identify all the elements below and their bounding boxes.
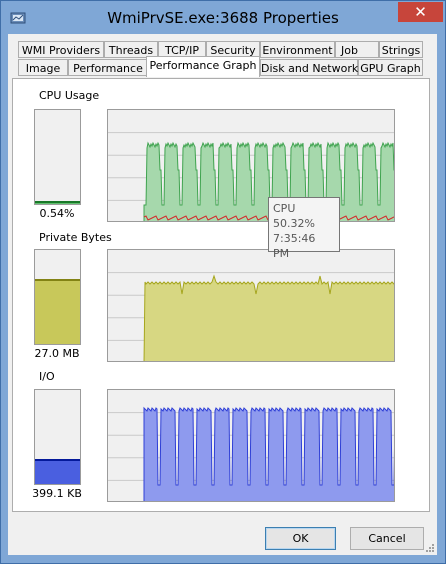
dialog-client: WMI Providers Threads TCP/IP Security En… — [8, 34, 437, 555]
window-title: WmiPrvSE.exe:3688 Properties — [107, 9, 339, 27]
io-label: I/O — [39, 370, 55, 383]
title-bar[interactable]: WmiPrvSE.exe:3688 Properties ✕ — [1, 1, 445, 35]
cpu-usage-label: CPU Usage — [39, 89, 100, 102]
tab-environment[interactable]: Environment — [260, 41, 335, 58]
tab-image[interactable]: Image — [18, 59, 68, 76]
tab-strip: WMI Providers Threads TCP/IP Security En… — [8, 34, 437, 80]
io-meter — [34, 389, 81, 485]
close-button[interactable]: ✕ — [398, 2, 443, 22]
tab-job[interactable]: Job — [335, 41, 379, 58]
io-value: 399.1 KB — [32, 487, 82, 500]
properties-window: WmiPrvSE.exe:3688 Properties ✕ WMI Provi… — [0, 0, 446, 564]
io-meter-fill — [35, 458, 80, 484]
private-bytes-meter-fill — [35, 279, 80, 344]
tooltip-time: 7:35:46 PM — [273, 232, 316, 260]
io-series-area — [144, 408, 394, 501]
close-icon: ✕ — [414, 3, 427, 21]
cpu-usage-graph-plot — [108, 132, 394, 221]
io-graph-plot — [108, 406, 394, 501]
private-bytes-meter — [34, 249, 81, 345]
tab-performance[interactable]: Performance — [68, 59, 148, 76]
private-bytes-graph-plot — [108, 272, 394, 361]
tab-gpu-graph[interactable]: GPU Graph — [358, 59, 423, 76]
private-bytes-value: 27.0 MB — [34, 347, 80, 360]
tab-wmi-providers[interactable]: WMI Providers — [18, 41, 104, 58]
tab-strings[interactable]: Strings — [379, 41, 423, 58]
io-graph[interactable] — [107, 389, 395, 502]
tooltip-series: CPU — [273, 202, 296, 215]
private-bytes-label: Private Bytes — [39, 231, 112, 244]
tooltip-value: 50.32% — [273, 217, 315, 230]
tab-performance-graph[interactable]: Performance Graph — [146, 56, 260, 77]
ok-button[interactable]: OK — [265, 527, 336, 550]
cpu-usage-value: 0.54% — [39, 207, 75, 220]
graph-tooltip: CPU 50.32% 7:35:46 PM — [268, 197, 340, 260]
resize-grip-icon[interactable] — [425, 543, 435, 553]
cpu-usage-meter — [34, 109, 81, 205]
tab-disk-and-network[interactable]: Disk and Network — [260, 59, 358, 76]
cpu-usage-meter-fill — [35, 201, 80, 204]
performance-graph-page: CPU Usage 0.54% Private Bytes 27.0 MB I/… — [12, 78, 430, 512]
cpu-usage-graph[interactable] — [107, 109, 395, 222]
private-bytes-graph[interactable] — [107, 249, 395, 362]
cancel-button[interactable]: Cancel — [350, 527, 424, 550]
